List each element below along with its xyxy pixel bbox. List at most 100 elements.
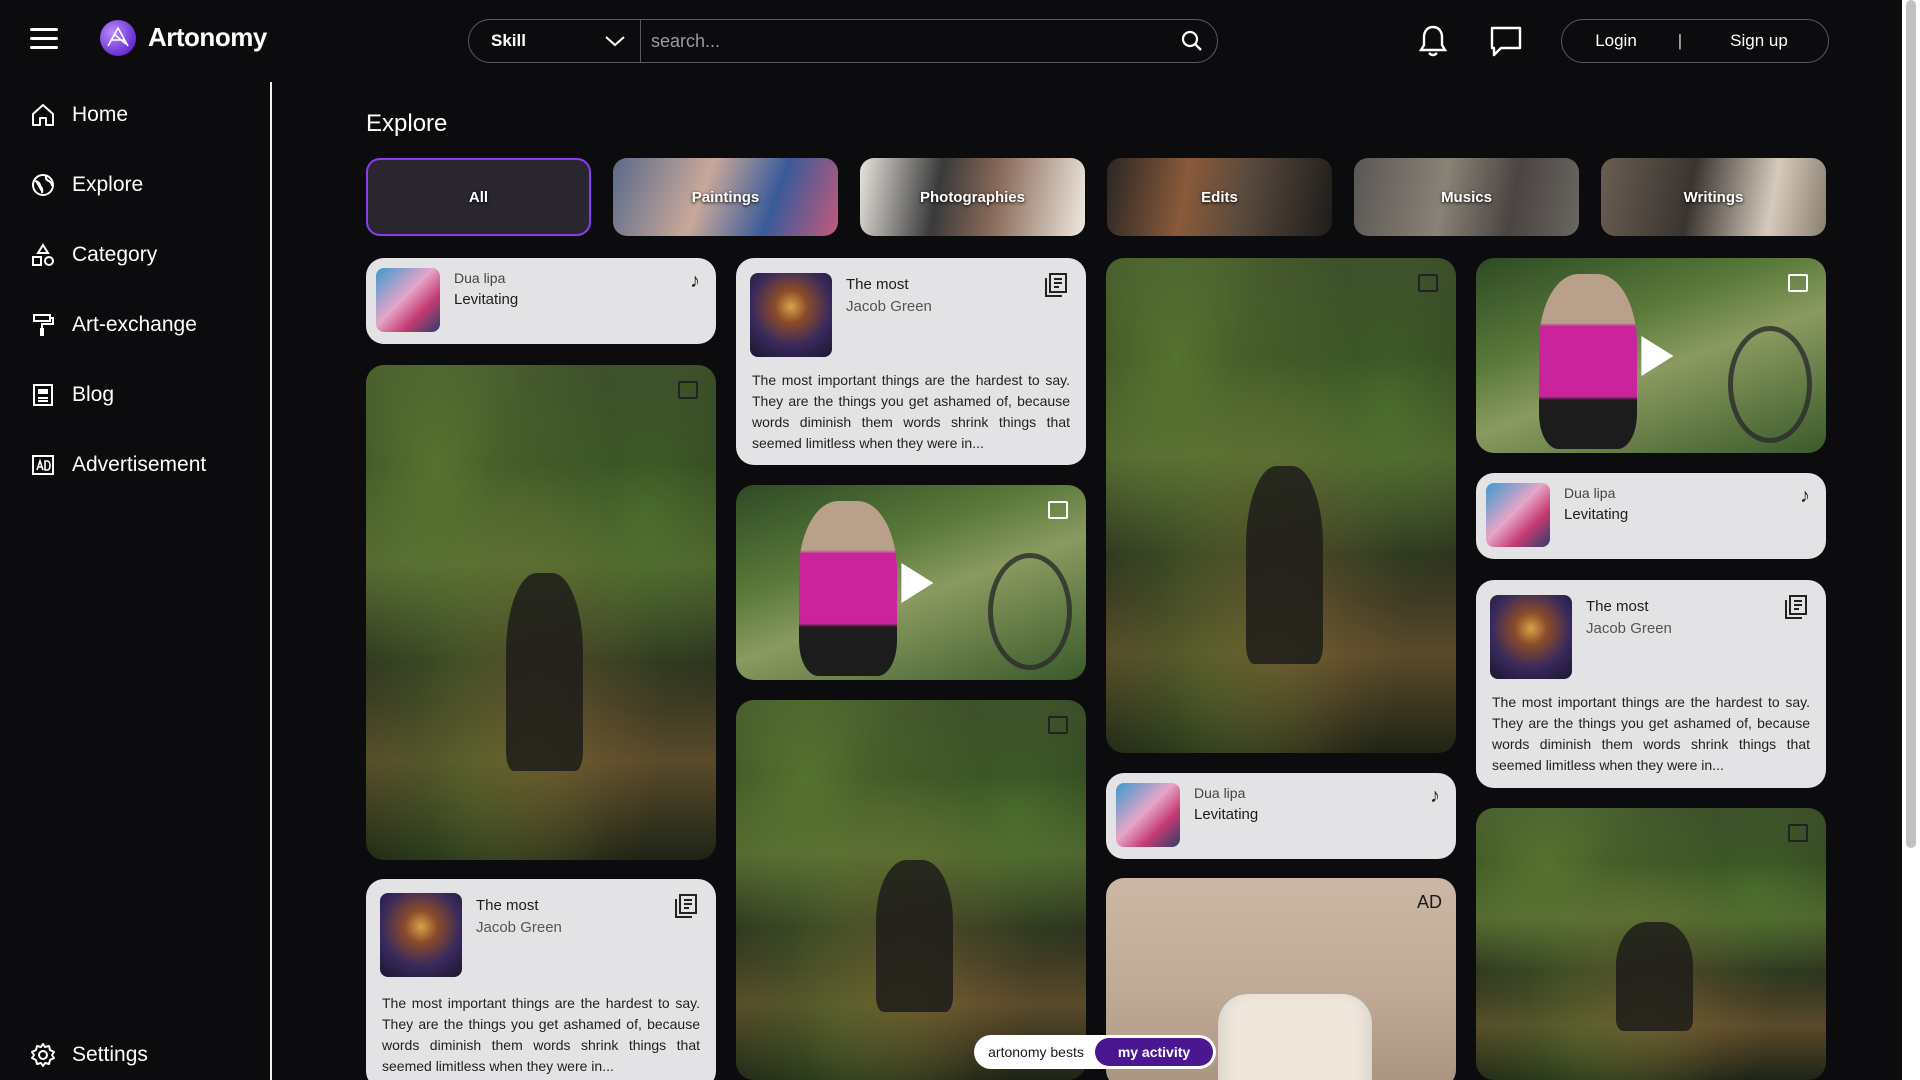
video-card[interactable] [1476, 258, 1826, 453]
category-all[interactable]: All [366, 158, 591, 236]
writing-card[interactable]: The most Jacob Green The most important … [1476, 580, 1826, 788]
video-bike [988, 553, 1072, 671]
music-card[interactable]: Dua lipa Levitating ♪ [366, 258, 716, 344]
my-activity-tab[interactable]: my activity [1095, 1038, 1213, 1066]
sidebar-item-label: Settings [72, 1043, 148, 1066]
image-card[interactable] [366, 365, 716, 860]
artwork-figure [1616, 922, 1693, 1032]
chevron-down-icon [605, 36, 625, 47]
music-title: Levitating [1564, 506, 1629, 523]
video-bike [1728, 326, 1812, 444]
album-thumbnail [1116, 783, 1180, 847]
artwork-figure [1246, 465, 1323, 664]
search-icon[interactable] [1167, 20, 1217, 62]
music-title: Levitating [1194, 806, 1259, 823]
writing-excerpt: The most important things are the hardes… [752, 372, 1070, 451]
category-photographies[interactable]: Photographies [860, 158, 1085, 236]
category-edits[interactable]: Edits [1107, 158, 1332, 236]
sidebar-item-label: Blog [72, 383, 115, 406]
ad-icon [32, 455, 54, 475]
scrollbar-thumb[interactable] [1906, 0, 1916, 848]
sidebar-item-advertisement[interactable]: Advertisement [30, 445, 206, 485]
home-icon [32, 104, 54, 126]
music-note-icon: ♪ [690, 270, 700, 292]
signup-button[interactable]: Sign up [1690, 31, 1828, 51]
sidebar-item-explore[interactable]: Explore [30, 165, 143, 205]
category-musics[interactable]: Musics [1354, 158, 1579, 236]
music-title: Levitating [454, 291, 519, 308]
sidebar-item-label: Category [72, 243, 158, 266]
artwork-figure [506, 572, 583, 771]
gear-icon [31, 1043, 55, 1067]
category-writings[interactable]: Writings [1601, 158, 1826, 236]
document-icon [675, 894, 697, 918]
image-card[interactable] [1106, 258, 1456, 753]
blog-icon [33, 384, 53, 406]
search-input[interactable] [641, 30, 1167, 52]
page-title: Explore [366, 110, 448, 137]
sidebar-item-label: Home [72, 103, 129, 126]
app-name[interactable]: Artonomy [148, 22, 267, 53]
sidebar-item-settings[interactable]: Settings [30, 1035, 148, 1075]
chat-icon[interactable] [1489, 24, 1523, 58]
music-artist: Dua lipa [454, 270, 506, 286]
document-icon [1045, 273, 1067, 297]
sidebar-item-label: Explore [72, 173, 144, 196]
shapes-icon [32, 243, 54, 266]
music-artist: Dua lipa [1564, 485, 1616, 501]
document-icon [1785, 595, 1807, 619]
image-icon [1048, 501, 1068, 519]
writing-card[interactable]: The most Jacob Green The most important … [736, 258, 1086, 465]
page-scrollbar[interactable] [1902, 0, 1920, 1080]
search-bar: Skill [468, 19, 1218, 63]
auth-separator: | [1677, 31, 1683, 50]
image-card[interactable] [736, 700, 1086, 1080]
login-button[interactable]: Login [1562, 31, 1670, 51]
notification-bell-icon[interactable] [1418, 24, 1448, 58]
writing-excerpt: The most important things are the hardes… [382, 995, 700, 1074]
album-thumbnail [1486, 483, 1550, 547]
ad-image [1218, 993, 1372, 1080]
writing-author: Jacob Green [1586, 620, 1672, 637]
image-icon [678, 381, 698, 399]
play-icon[interactable] [1641, 335, 1674, 376]
feed-toggle: artonomy bests my activity [974, 1035, 1216, 1069]
writing-excerpt: The most important things are the hardes… [1492, 694, 1810, 773]
video-thumbnail [1539, 273, 1637, 450]
writing-title: The most [476, 897, 539, 914]
writing-thumbnail [750, 273, 832, 357]
sidebar-item-blog[interactable]: Blog [30, 375, 114, 415]
skill-dropdown[interactable]: Skill [469, 20, 641, 62]
music-card[interactable]: Dua lipa Levitating ♪ [1476, 473, 1826, 559]
image-card[interactable] [1476, 808, 1826, 1080]
menu-icon[interactable] [30, 28, 58, 50]
sidebar-item-label: Art-exchange [72, 313, 197, 336]
writing-title: The most [846, 276, 909, 293]
sidebar-item-art-exchange[interactable]: Art-exchange [30, 305, 197, 345]
writing-author: Jacob Green [476, 919, 562, 936]
artwork-figure [876, 859, 953, 1012]
writing-title: The most [1586, 598, 1649, 615]
image-icon [1788, 824, 1808, 842]
paint-roller-icon [33, 314, 54, 336]
top-header: Artonomy Skill Login | Sign up [0, 0, 1920, 82]
sidebar-item-home[interactable]: Home [30, 95, 128, 135]
category-paintings[interactable]: Paintings [613, 158, 838, 236]
category-filter-row: All Paintings Photographies Edits Musics… [366, 158, 1826, 236]
globe-icon [32, 174, 54, 196]
image-icon [1048, 716, 1068, 734]
sidebar-item-category[interactable]: Category [30, 235, 157, 275]
artonomy-logo-icon[interactable] [100, 20, 136, 56]
artonomy-bests-tab[interactable]: artonomy bests [977, 1044, 1095, 1060]
ad-label: AD [1416, 892, 1442, 912]
writing-card[interactable]: The most Jacob Green The most important … [366, 879, 716, 1080]
video-card[interactable] [736, 485, 1086, 680]
writing-author: Jacob Green [846, 298, 932, 315]
writing-thumbnail [1490, 595, 1572, 679]
music-note-icon: ♪ [1800, 485, 1810, 507]
image-icon [1788, 274, 1808, 292]
play-icon[interactable] [901, 562, 934, 603]
music-card[interactable]: Dua lipa Levitating ♪ [1106, 773, 1456, 859]
writing-thumbnail [380, 893, 462, 977]
music-artist: Dua lipa [1194, 785, 1246, 801]
